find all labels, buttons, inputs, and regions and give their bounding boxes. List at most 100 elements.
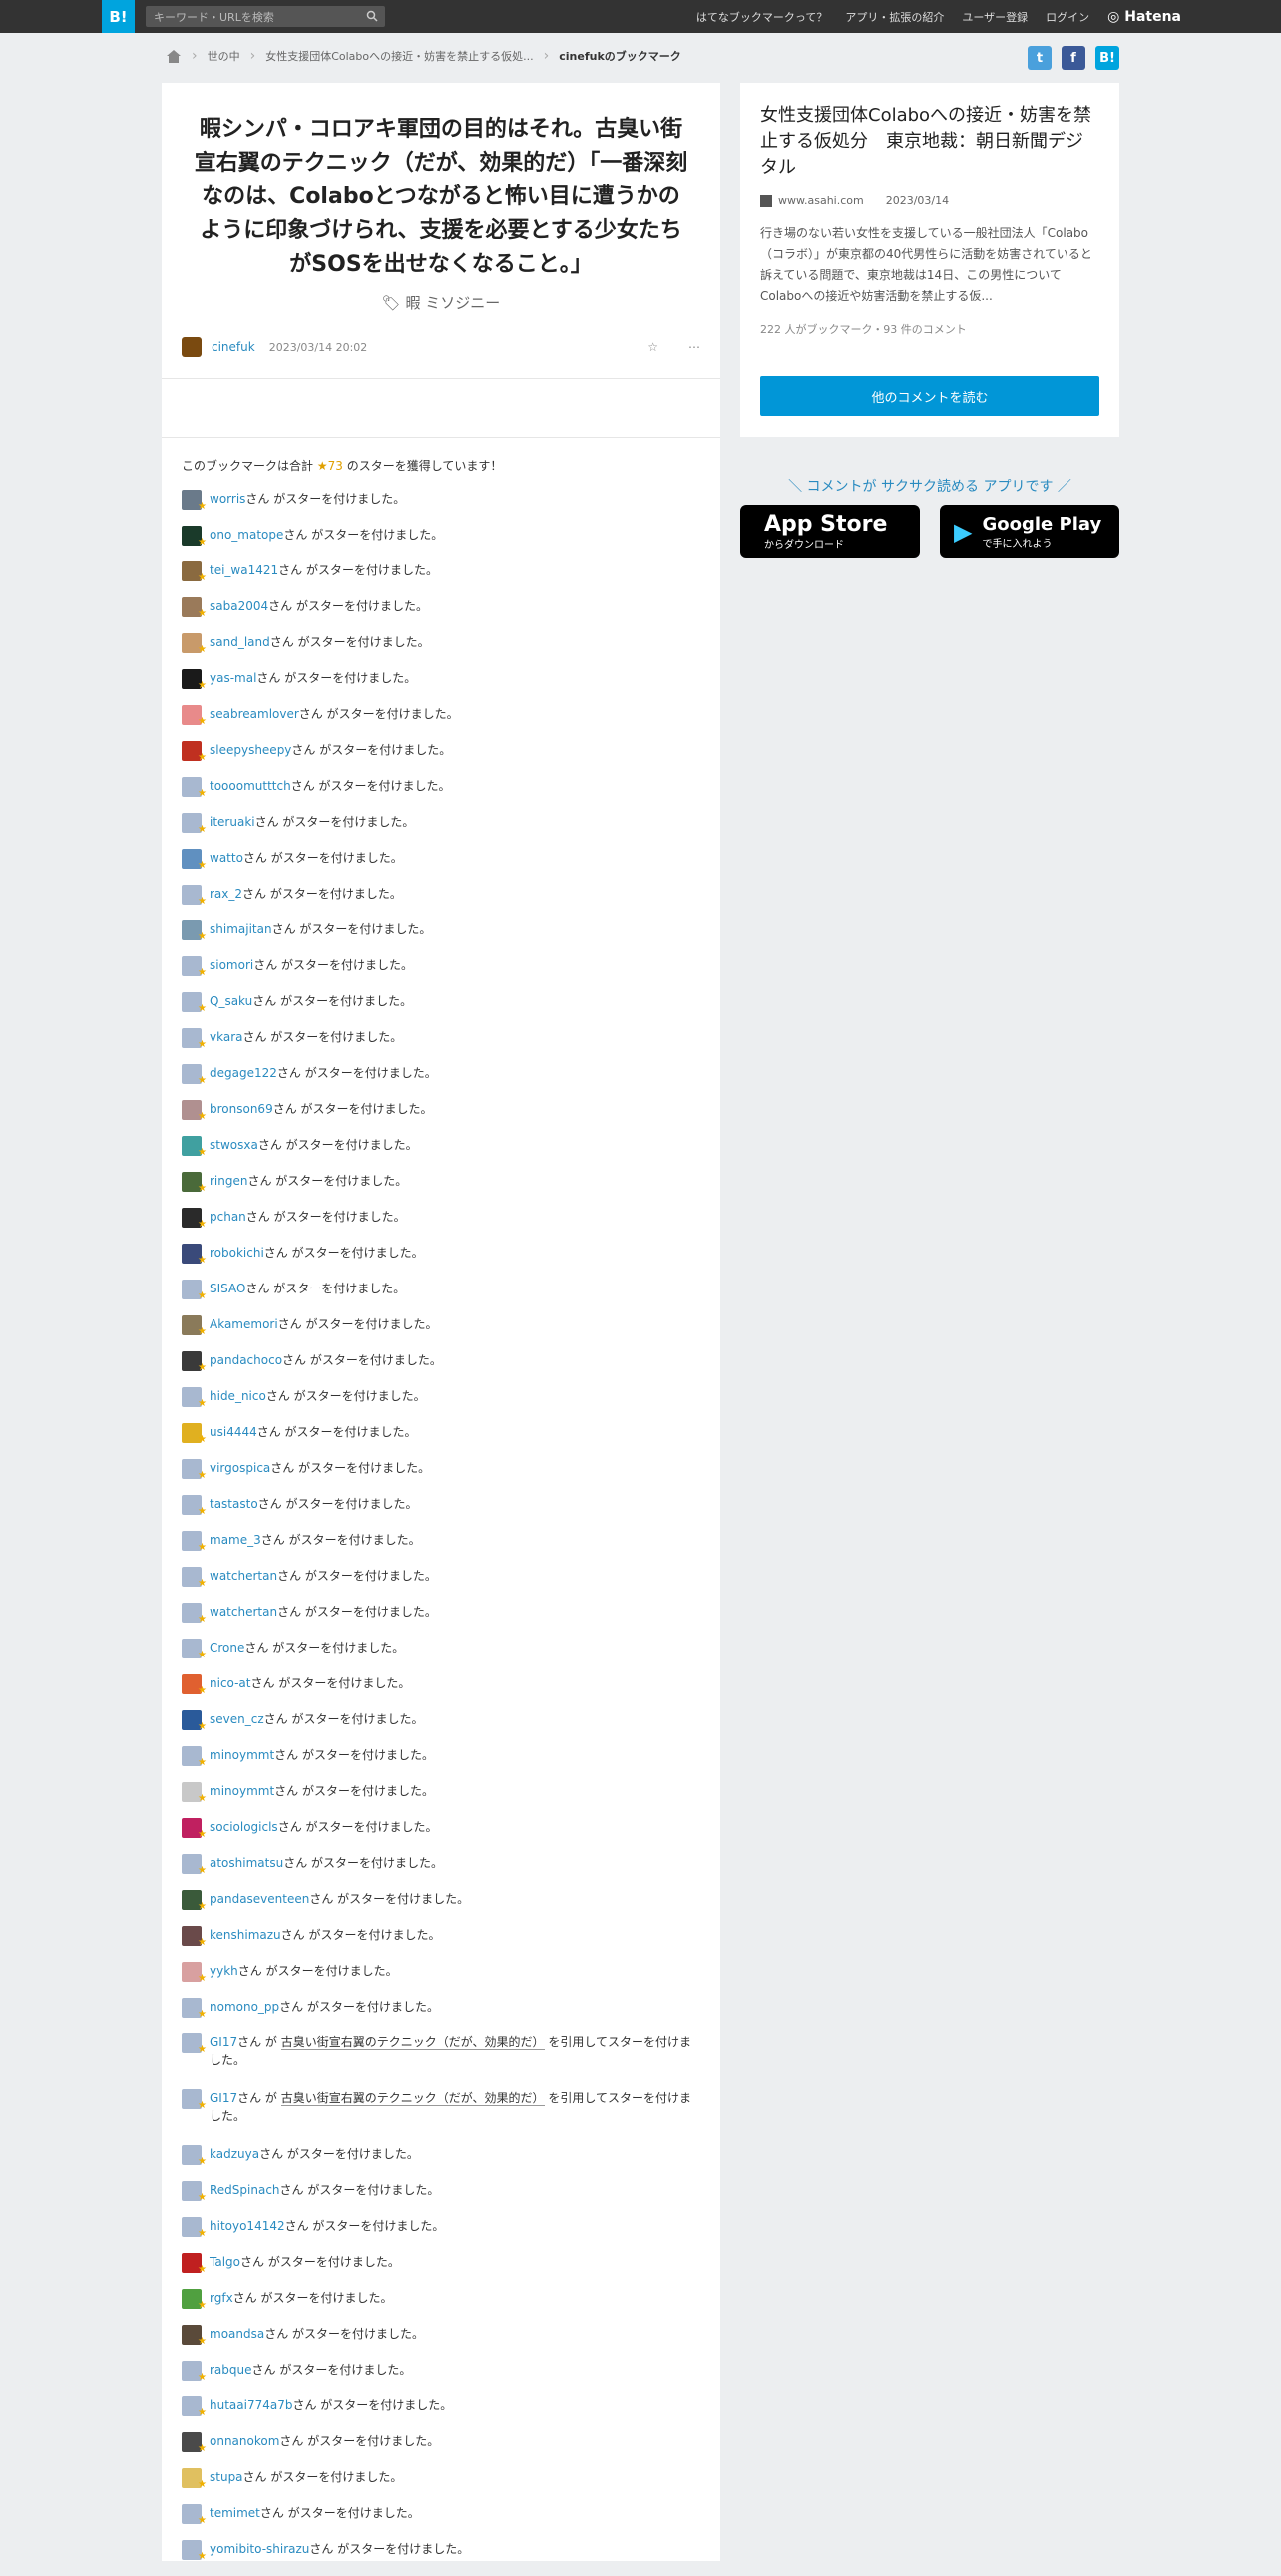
star-user-link[interactable]: vkara [210, 1030, 242, 1044]
avatar[interactable] [182, 1746, 207, 1772]
avatar[interactable] [182, 1567, 207, 1593]
search-icon[interactable] [366, 10, 378, 22]
star-user-link[interactable]: onnanokom [210, 2434, 279, 2448]
star-user-link[interactable]: SISAO [210, 1282, 245, 1295]
star-user-link[interactable]: stupa [210, 2470, 243, 2484]
star-user-link[interactable]: iteruaki [210, 815, 255, 829]
avatar[interactable] [182, 1639, 207, 1664]
star-user-link[interactable]: hutaai774a7b [210, 2398, 292, 2412]
star-user-link[interactable]: rgfx [210, 2291, 233, 2305]
star-user-link[interactable]: ringen [210, 1174, 247, 1188]
avatar[interactable] [182, 813, 207, 839]
star-user-link[interactable]: seven_cz [210, 1712, 264, 1726]
avatar[interactable] [182, 633, 207, 659]
avatar[interactable] [182, 2253, 207, 2279]
tag-list[interactable]: 暇 ミソジニー [406, 294, 501, 312]
avatar[interactable] [182, 526, 207, 552]
star-user-link[interactable]: rabque [210, 2363, 252, 2377]
star-user-link[interactable]: worris [210, 492, 245, 506]
star-user-link[interactable]: bronson69 [210, 1102, 273, 1116]
avatar[interactable] [182, 956, 207, 982]
home-icon[interactable] [166, 49, 182, 64]
avatar[interactable] [182, 1710, 207, 1736]
star-user-link[interactable]: sleepysheepy [210, 743, 291, 757]
star-user-link[interactable]: GI17 [210, 2091, 237, 2105]
star-user-link[interactable]: shimajitan [210, 922, 272, 936]
star-user-link[interactable]: seabreamlover [210, 707, 299, 721]
star-user-link[interactable]: minoymmt [210, 1748, 274, 1762]
avatar[interactable] [182, 2468, 207, 2494]
avatar[interactable] [182, 741, 207, 767]
nav-login[interactable]: ログイン [1046, 9, 1089, 25]
google-play-button[interactable]: ▶ Google Play で手に入れよう [940, 505, 1119, 558]
star-user-link[interactable]: pandaseventeen [210, 1892, 309, 1906]
avatar[interactable] [182, 490, 207, 516]
avatar[interactable] [182, 1315, 207, 1341]
avatar[interactable] [182, 1100, 207, 1126]
bookmark-user[interactable]: cinefuk [212, 340, 255, 354]
nav-apps[interactable]: アプリ・拡張の紹介 [845, 9, 944, 25]
avatar[interactable] [182, 1351, 207, 1377]
avatar[interactable] [182, 1208, 207, 1234]
avatar[interactable] [182, 1998, 207, 2024]
avatar[interactable] [182, 1064, 207, 1090]
avatar[interactable] [182, 1244, 207, 1270]
avatar[interactable] [182, 1280, 207, 1305]
avatar[interactable] [182, 597, 207, 623]
avatar[interactable] [182, 2033, 207, 2059]
star-user-link[interactable]: degage122 [210, 1066, 277, 1080]
star-user-link[interactable]: yomibito-shirazu [210, 2542, 309, 2556]
avatar[interactable] [182, 777, 207, 803]
star-user-link[interactable]: siomori [210, 958, 253, 972]
star-user-link[interactable]: hitoyo14142 [210, 2219, 285, 2233]
avatar[interactable] [182, 1459, 207, 1485]
star-user-link[interactable]: Akamemori [210, 1317, 278, 1331]
avatar[interactable] [182, 2089, 207, 2115]
avatar[interactable] [182, 2396, 207, 2422]
star-user-link[interactable]: tei_wa1421 [210, 563, 278, 577]
breadcrumb-category[interactable]: 世の中 [208, 48, 240, 64]
avatar[interactable] [182, 1962, 207, 1988]
avatar[interactable] [182, 1495, 207, 1521]
avatar[interactable] [182, 2325, 207, 2351]
avatar[interactable] [182, 1531, 207, 1557]
avatar[interactable] [182, 561, 207, 587]
entry-count[interactable]: 222 人がブックマーク・93 件のコメント [760, 321, 1099, 337]
star-user-link[interactable]: sociologicls [210, 1820, 278, 1834]
avatar[interactable] [182, 1387, 207, 1413]
hatebu-share-icon[interactable]: B! [1095, 46, 1119, 70]
more-menu-icon[interactable]: ⋯ [688, 340, 700, 354]
app-store-button[interactable]: App Store からダウンロード [740, 505, 920, 558]
avatar[interactable] [182, 849, 207, 875]
avatar[interactable] [182, 1674, 207, 1700]
avatar[interactable] [182, 920, 207, 946]
avatar[interactable] [182, 1782, 207, 1808]
star-count[interactable]: ★73 [317, 459, 343, 473]
avatar[interactable] [182, 2217, 207, 2243]
star-user-link[interactable]: watto [210, 851, 243, 865]
facebook-share-icon[interactable]: f [1062, 46, 1085, 70]
star-user-link[interactable]: moandsa [210, 2327, 264, 2341]
avatar[interactable] [182, 2504, 207, 2530]
avatar[interactable] [182, 2181, 207, 2207]
avatar[interactable] [182, 1603, 207, 1629]
avatar[interactable] [182, 1854, 207, 1880]
avatar[interactable] [182, 885, 207, 911]
avatar[interactable] [182, 992, 207, 1018]
star-user-link[interactable]: rax_2 [210, 887, 242, 901]
avatar[interactable] [182, 1028, 207, 1054]
star-user-link[interactable]: hide_nico [210, 1389, 266, 1403]
avatar[interactable] [182, 2289, 207, 2315]
star-user-link[interactable]: usi4444 [210, 1425, 257, 1439]
star-user-link[interactable]: nomono_pp [210, 2000, 279, 2014]
star-user-link[interactable]: temimet [210, 2506, 260, 2520]
avatar[interactable] [182, 2432, 207, 2458]
star-user-link[interactable]: mame_3 [210, 1533, 261, 1547]
avatar[interactable] [182, 2540, 207, 2566]
avatar[interactable] [182, 1818, 207, 1844]
nav-about[interactable]: はてなブックマークって？ [696, 9, 827, 25]
star-user-link[interactable]: atoshimatsu [210, 1856, 283, 1870]
breadcrumb-article[interactable]: 女性支援団体Colaboへの接近・妨害を禁止する仮処... [265, 48, 533, 64]
avatar[interactable] [182, 1172, 207, 1198]
star-user-link[interactable]: toooomutttch [210, 779, 291, 793]
